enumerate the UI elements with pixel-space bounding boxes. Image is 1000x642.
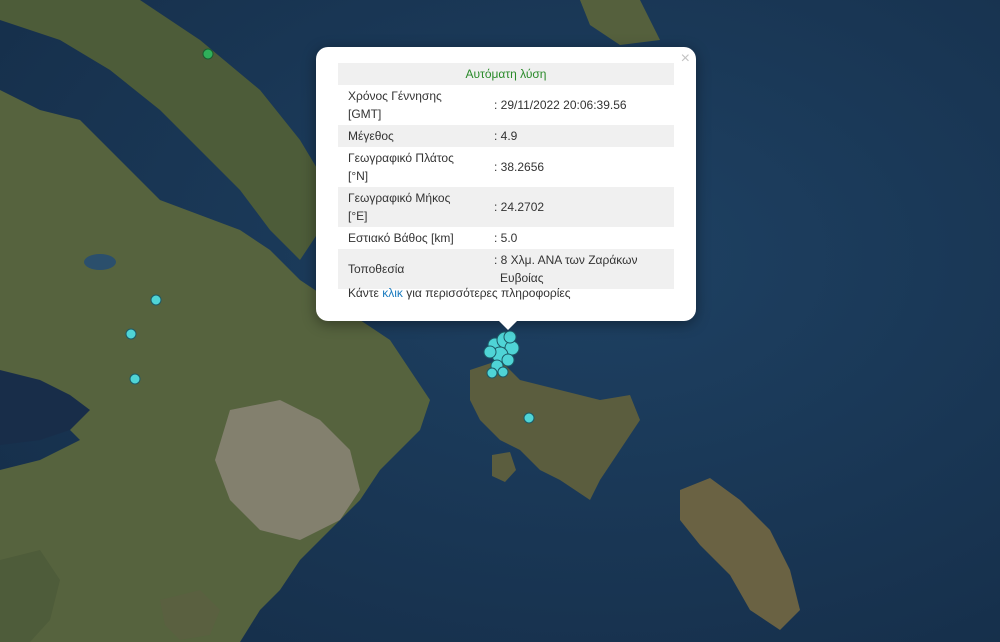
- green-marker[interactable]: [202, 48, 214, 60]
- quake-marker[interactable]: [125, 328, 137, 340]
- more-info-text: Κάντε κλικ για περισσότερες πληροφορίες: [348, 286, 571, 300]
- earthquake-popup: × Αυτόματη λύση Χρόνος Γέννησης [GMT] : 2…: [316, 47, 696, 330]
- longitude-value: : 24.2702: [484, 187, 674, 227]
- latitude-value: : 38.2656: [494, 160, 545, 174]
- quake-marker[interactable]: [523, 412, 535, 424]
- quake-marker[interactable]: [150, 294, 162, 306]
- close-icon[interactable]: ×: [681, 51, 690, 67]
- info-table: Αυτόματη λύση Χρόνος Γέννησης [GMT] : 29/…: [338, 63, 674, 289]
- location-label: Τοποθεσία: [338, 249, 484, 289]
- latitude-label: Γεωγραφικό Πλάτος [°N]: [348, 151, 454, 183]
- origin-time-label: Χρόνος Γέννησης [GMT]: [348, 89, 442, 121]
- longitude-label: Γεωγραφικό Μήκος [°E]: [338, 187, 484, 227]
- magnitude-label: Μέγεθος: [338, 125, 484, 147]
- quake-marker[interactable]: [129, 373, 141, 385]
- magnitude-value: : 4.9: [484, 125, 674, 147]
- origin-time-value: : 29/11/2022 20:06:39.56: [494, 98, 627, 112]
- lake: [84, 254, 116, 270]
- location-value: : 8 Χλμ. ΑΝΑ των Ζαράκων Ευβοίας: [484, 249, 674, 289]
- popup-title: Αυτόματη λύση: [338, 63, 674, 85]
- depth-label: Εστιακό Βάθος [km]: [348, 231, 454, 245]
- depth-value: : 5.0: [494, 231, 518, 245]
- more-info-link[interactable]: κλικ: [382, 286, 403, 300]
